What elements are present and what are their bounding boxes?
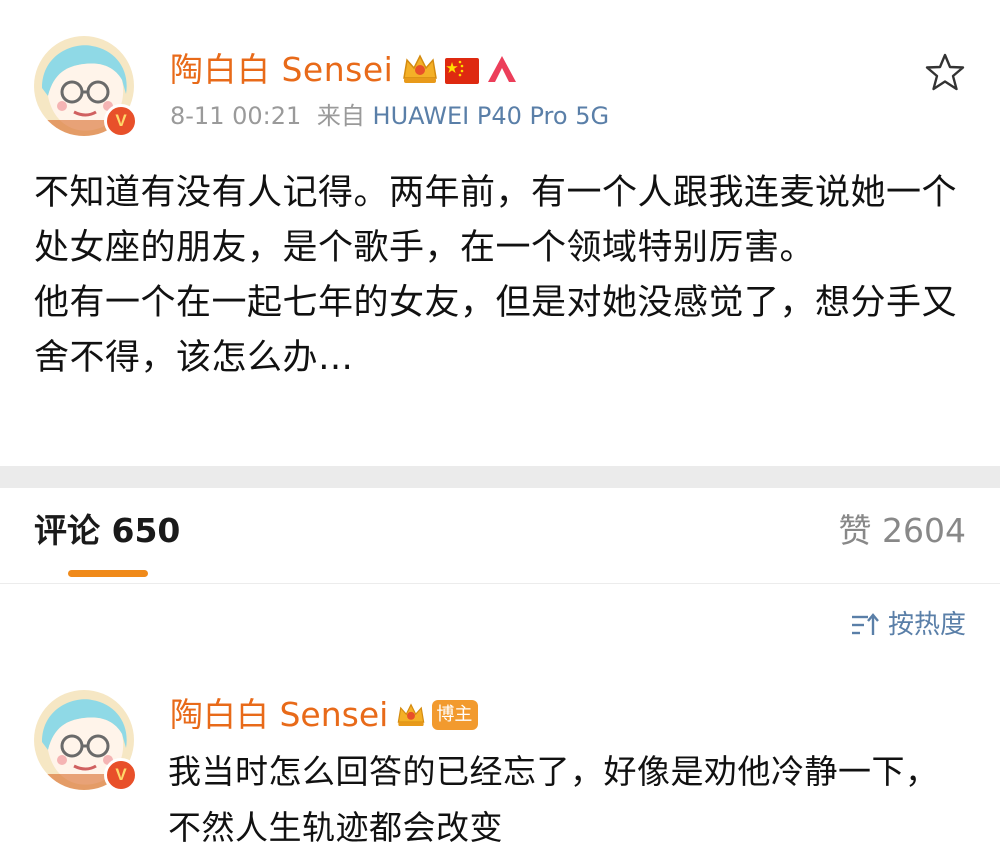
comment-text: 我当时怎么回答的已经忘了，好像是劝他冷静一下，不然人生轨迹都会改变 [168,752,939,847]
commenter-name-row[interactable]: 陶白白 Sensei 博主 [170,698,479,731]
author-name-row[interactable]: 陶白白 Sensei [170,52,519,86]
source-prefix: 来自 [316,102,365,130]
verified-badge: V [104,104,138,138]
author-avatar[interactable]: V [34,36,138,138]
tab-active-indicator [68,570,148,577]
blogger-badge: 博主 [432,699,479,730]
verified-badge: V [104,758,138,792]
post-content: 不知道有没有人记得。两年前，有一个人跟我连麦说她一个处女座的朋友，是个歌手，在一… [34,166,974,386]
tab-likes[interactable]: 赞 2604 [839,514,966,547]
post-paragraph-1: 不知道有没有人记得。两年前，有一个人跟我连麦说她一个处女座的朋友，是个歌手，在一… [34,173,958,268]
device-link[interactable]: HUAWEI P40 Pro 5G [373,102,610,130]
section-divider [0,466,1000,488]
post-meta: 8-11 00:21 来自 HUAWEI P40 Pro 5G [170,104,609,128]
sort-control[interactable]: 按热度 [850,612,966,638]
china-flag-icon [445,56,480,84]
red-a-logo-icon [485,54,519,84]
post-paragraph-2: 他有一个在一起七年的女友，但是对她没感觉了，想分手又舍不得，该怎么办… [34,283,958,378]
crown-icon [396,701,426,729]
post-timestamp: 8-11 00:21 [170,102,302,130]
sort-icon [850,612,880,638]
commenter-name[interactable]: 陶白白 Sensei [170,698,388,731]
commenter-avatar[interactable]: V [34,690,138,792]
tab-comments[interactable]: 评论 650 [34,514,180,547]
author-name[interactable]: 陶白白 Sensei [170,53,393,86]
weibo-post: V 陶白白 Sensei 8-11 00:21 来自 HUAWEI P40 Pr… [0,0,1000,466]
star-outline-icon[interactable] [924,52,966,92]
comment-tabs: 评论 650 赞 2604 [0,488,1000,584]
sort-label: 按热度 [887,610,966,640]
crown-icon [401,52,439,86]
